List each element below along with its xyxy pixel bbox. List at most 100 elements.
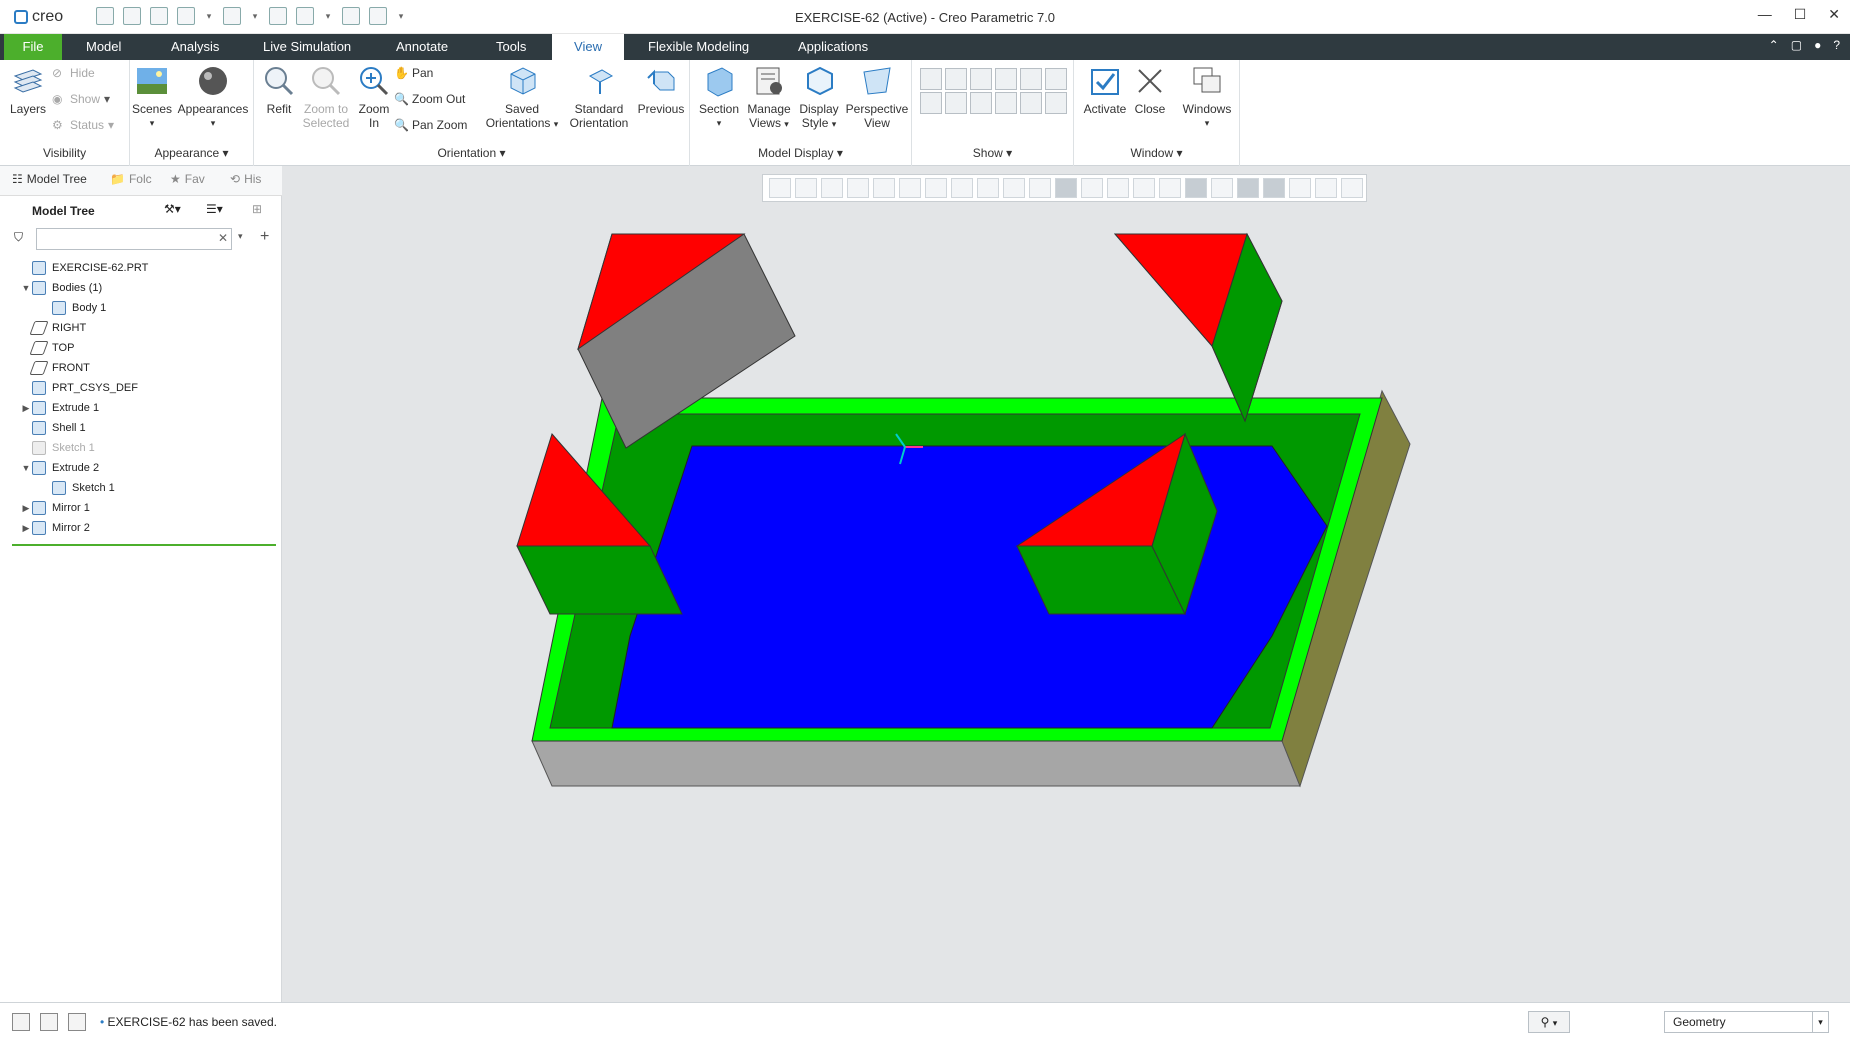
section-dropdown-icon: ▾ <box>716 118 722 128</box>
tab-file[interactable]: File <box>4 34 62 60</box>
previous-button[interactable]: Previous <box>634 64 688 116</box>
part-model-view[interactable] <box>282 166 1850 1002</box>
help-icon[interactable]: ? <box>1833 38 1840 52</box>
close-button[interactable]: Close <box>1130 64 1170 116</box>
group-label-orientation[interactable]: Orientation ▾ <box>254 146 689 160</box>
selection-filter-select[interactable]: Geometry ▾ <box>1664 1011 1829 1033</box>
appearances-button[interactable]: Appearances ▾ <box>176 64 250 130</box>
navigator-toggle-icon[interactable] <box>12 1013 30 1031</box>
notification-icon[interactable]: ▢ <box>1791 38 1802 52</box>
point-display-icon[interactable] <box>970 68 992 90</box>
tree-item[interactable]: ▼ Bodies (1) <box>0 278 282 298</box>
find-button[interactable]: ⚲ ▾ <box>1528 1011 1570 1033</box>
tree-item[interactable]: FRONT <box>0 358 282 378</box>
dimension-display-icon[interactable] <box>1045 68 1067 90</box>
csys-tag-icon[interactable] <box>995 92 1017 114</box>
tab-model-tree[interactable]: ☷ Model Tree <box>12 172 87 186</box>
zoom-out-button[interactable]: 🔍 Zoom Out <box>394 92 465 106</box>
tab-live-simulation[interactable]: Live Simulation <box>251 34 363 60</box>
zoom-in-button[interactable]: Zoom In <box>354 64 394 130</box>
expand-toggle-icon[interactable]: ▶ <box>20 503 32 514</box>
tab-view[interactable]: View <box>552 34 624 60</box>
tab-tools[interactable]: Tools <box>484 34 538 60</box>
tree-item[interactable]: TOP <box>0 338 282 358</box>
clear-search-icon[interactable]: ✕ <box>218 231 228 245</box>
navigator-tabs: ☷ Model Tree 📁 Folc ★ Fav ⟲ His <box>0 166 282 196</box>
ribbon-controls: ⌃ ▢ ● ? <box>1769 38 1840 52</box>
tree-search-input[interactable] <box>36 228 232 250</box>
collapse-ribbon-icon[interactable]: ⌃ <box>1769 38 1779 52</box>
axis-tag-icon[interactable] <box>945 92 967 114</box>
tree-settings-icon[interactable]: ⚒▾ <box>164 202 181 216</box>
sketch-display-icon[interactable] <box>1045 92 1067 114</box>
maximize-icon[interactable]: ☐ <box>1794 6 1807 23</box>
tab-flexible-modeling[interactable]: Flexible Modeling <box>636 34 761 60</box>
status-button[interactable]: ⚙ Status ▾ <box>52 118 114 132</box>
message-bullet-icon: • <box>100 1015 105 1029</box>
tab-annotate[interactable]: Annotate <box>384 34 460 60</box>
browser-toggle-icon[interactable] <box>40 1013 58 1031</box>
standard-orientation-button[interactable]: Standard Orientation <box>564 64 634 130</box>
expand-toggle-icon[interactable]: ▼ <box>20 463 32 473</box>
tab-folder-browser[interactable]: 📁 Folc <box>110 172 152 186</box>
tab-analysis[interactable]: Analysis <box>159 34 231 60</box>
window-title: EXERCISE-62 (Active) - Creo Parametric 7… <box>794 10 1056 25</box>
tree-item-label: TOP <box>52 342 75 354</box>
scenes-button[interactable]: Scenes ▾ <box>130 64 174 130</box>
group-label-window[interactable]: Window ▾ <box>1074 146 1239 160</box>
hide-button[interactable]: ⊘ Hide <box>52 66 95 80</box>
perspective-view-button[interactable]: Perspective View <box>844 64 910 130</box>
graphics-window[interactable] <box>282 166 1850 1002</box>
refit-button[interactable]: Refit <box>260 64 298 116</box>
plane-tag-icon[interactable] <box>920 92 942 114</box>
activate-button[interactable]: Activate <box>1082 64 1128 116</box>
tab-history[interactable]: ⟲ His <box>230 172 261 186</box>
group-label-model-display[interactable]: Model Display ▾ <box>690 146 911 160</box>
tree-item[interactable]: ▼ Extrude 2 <box>0 458 282 478</box>
tree-item[interactable]: PRT_CSYS_DEF <box>0 378 282 398</box>
tree-item[interactable]: RIGHT <box>0 318 282 338</box>
group-label-appearance[interactable]: Appearance ▾ <box>130 146 253 160</box>
display-style-button[interactable]: Display Style ▾ <box>794 64 844 131</box>
csys-display-icon[interactable] <box>995 68 1017 90</box>
section-button[interactable]: Section ▾ <box>696 64 742 130</box>
windows-button[interactable]: Windows ▾ <box>1180 64 1234 130</box>
show-button[interactable]: ◉ Show ▾ <box>52 92 110 106</box>
search-dropdown-icon[interactable]: ▾ <box>238 231 243 242</box>
pan-button[interactable]: ✋ Pan <box>394 66 433 80</box>
group-label-show[interactable]: Show ▾ <box>912 146 1073 160</box>
tree-item[interactable]: Sketch 1 <box>0 438 282 458</box>
tree-filter-columns-icon[interactable]: ⊞ <box>252 202 262 216</box>
tree-show-icon[interactable]: ☰▾ <box>206 202 223 216</box>
saved-orientations-button[interactable]: Saved Orientations ▾ <box>484 64 560 131</box>
expand-toggle-icon[interactable]: ▶ <box>20 403 32 414</box>
tree-item[interactable]: Shell 1 <box>0 418 282 438</box>
manage-views-button[interactable]: Manage Views ▾ <box>744 64 794 131</box>
tree-item[interactable]: Body 1 <box>0 298 282 318</box>
favorites-icon: ★ <box>170 172 181 186</box>
expand-toggle-icon[interactable]: ▶ <box>20 523 32 534</box>
tree-item[interactable]: Sketch 1 <box>0 478 282 498</box>
tree-item[interactable]: EXERCISE-62.PRT <box>0 258 282 278</box>
annotation-display-icon[interactable] <box>1020 68 1042 90</box>
tab-applications[interactable]: Applications <box>786 34 880 60</box>
status-bar: • EXERCISE-62 has been saved. ⚲ ▾ Geomet… <box>0 1002 1850 1040</box>
tree-item[interactable]: ▶ Mirror 1 <box>0 498 282 518</box>
close-icon[interactable]: ✕ <box>1828 6 1840 23</box>
tab-favorites[interactable]: ★ Fav <box>170 172 205 186</box>
zoom-to-selected-button[interactable]: Zoom to Selected <box>298 64 354 130</box>
plane-display-icon[interactable] <box>920 68 942 90</box>
spin-center-icon[interactable] <box>1020 92 1042 114</box>
minimize-icon[interactable]: — <box>1758 6 1772 23</box>
axis-display-icon[interactable] <box>945 68 967 90</box>
expand-toggle-icon[interactable]: ▼ <box>20 283 32 293</box>
pan-zoom-button[interactable]: 🔍 Pan Zoom <box>394 118 467 132</box>
user-icon[interactable]: ● <box>1814 38 1821 52</box>
layers-button[interactable]: Layers <box>8 64 48 116</box>
point-tag-icon[interactable] <box>970 92 992 114</box>
tab-model[interactable]: Model <box>74 34 133 60</box>
tree-item[interactable]: ▶ Extrude 1 <box>0 398 282 418</box>
tree-item[interactable]: ▶ Mirror 2 <box>0 518 282 538</box>
add-icon[interactable]: + <box>260 228 269 246</box>
full-screen-icon[interactable] <box>68 1013 86 1031</box>
